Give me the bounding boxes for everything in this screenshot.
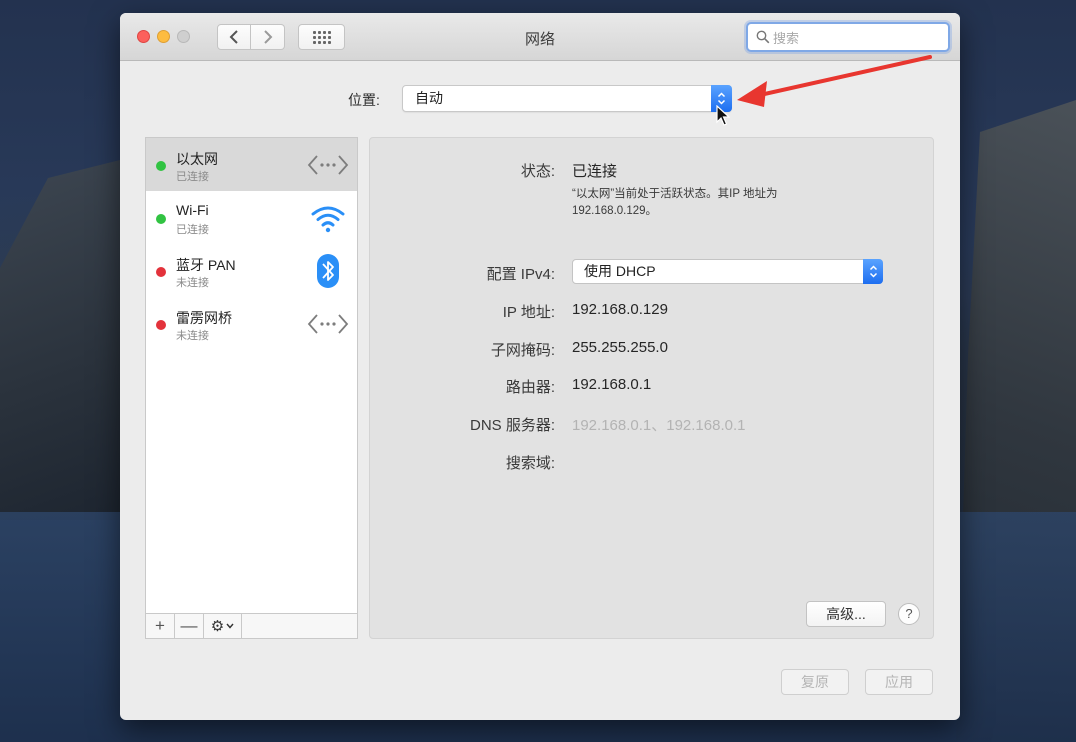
status-value: 已连接 — [572, 163, 618, 180]
search-icon — [756, 30, 770, 44]
chevron-down-icon — [226, 623, 234, 629]
router-value: 192.168.0.1 — [572, 376, 652, 393]
location-select[interactable]: 自动 — [402, 85, 732, 112]
router-label: 路由器: — [505, 379, 555, 396]
wallpaper-rock-left — [0, 160, 120, 520]
status-dot — [156, 214, 166, 224]
status-description-line2: 192.168.0.129。 — [572, 205, 658, 217]
search-field[interactable]: 搜索 — [746, 22, 950, 52]
service-list-toolbar: + — ⚙ — [145, 613, 358, 639]
service-name: 雷雳网桥 — [176, 310, 232, 326]
configure-ipv4-label: 配置 IPv4: — [486, 266, 555, 283]
service-name: 蓝牙 PAN — [176, 257, 236, 273]
service-item-ethernet[interactable]: 以太网 已连接 — [146, 138, 357, 191]
dns-server-value: 192.168.0.1、192.168.0.1 — [572, 417, 746, 434]
status-dot — [156, 320, 166, 330]
configure-ipv4-select[interactable]: 使用 DHCP — [572, 259, 883, 284]
advanced-button[interactable]: 高级... — [806, 601, 886, 627]
service-status: 已连接 — [176, 224, 209, 236]
ip-address-value: 192.168.0.129 — [572, 301, 668, 318]
configure-ipv4-value: 使用 DHCP — [584, 263, 656, 279]
search-placeholder: 搜索 — [773, 30, 800, 46]
search-domain-label: 搜索域: — [505, 455, 555, 472]
status-label: 状态: — [520, 163, 555, 180]
dns-server-label: DNS 服务器: — [469, 417, 555, 434]
location-label: 位置: — [348, 92, 380, 108]
apply-button[interactable]: 应用 — [865, 669, 933, 695]
ethernet-icon — [307, 155, 349, 175]
service-item-bluetooth-pan[interactable]: 蓝牙 PAN 未连接 — [146, 244, 357, 297]
service-status: 未连接 — [176, 277, 209, 289]
remove-service-button[interactable]: — — [175, 614, 204, 638]
service-status: 未连接 — [176, 330, 209, 342]
wifi-icon — [311, 206, 345, 233]
network-preferences-window: 网络 搜索 位置: 自动 以太网 已连接 Wi-Fi 已连接 蓝牙 PAN 未连… — [120, 13, 960, 720]
help-button[interactable]: ? — [898, 603, 920, 625]
up-down-chevron-icon — [869, 265, 877, 278]
subnet-mask-label: 子网掩码: — [490, 342, 555, 359]
add-service-button[interactable]: + — [146, 614, 175, 638]
gear-icon: ⚙ — [210, 618, 225, 635]
service-name: 以太网 — [176, 151, 218, 167]
network-service-list: 以太网 已连接 Wi-Fi 已连接 蓝牙 PAN 未连接 雷雳网桥 未连接 — [145, 137, 358, 639]
configure-ipv4-stepper[interactable] — [863, 259, 883, 284]
service-item-thunderbolt-bridge[interactable]: 雷雳网桥 未连接 — [146, 297, 357, 350]
location-value: 自动 — [415, 90, 443, 106]
status-description: “以太网”当前处于活跃状态。其IP 地址为 192.168.0.129。 — [572, 186, 778, 220]
service-name: Wi-Fi — [176, 202, 209, 218]
service-item-wifi[interactable]: Wi-Fi 已连接 — [146, 191, 357, 244]
status-dot — [156, 161, 166, 171]
action-menu-button[interactable]: ⚙ — [204, 614, 242, 638]
bluetooth-icon — [317, 254, 339, 288]
service-detail-panel: 状态: 已连接 “以太网”当前处于活跃状态。其IP 地址为 192.168.0.… — [369, 137, 934, 639]
revert-button[interactable]: 复原 — [781, 669, 849, 695]
thunderbolt-bridge-icon — [307, 314, 349, 334]
ip-address-label: IP 地址: — [502, 304, 555, 321]
red-annotation-arrow-icon — [737, 55, 932, 107]
subnet-mask-value: 255.255.255.0 — [572, 339, 668, 356]
service-status: 已连接 — [176, 171, 209, 183]
status-description-line1: “以太网”当前处于活跃状态。其IP 地址为 — [572, 188, 778, 200]
status-dot — [156, 267, 166, 277]
